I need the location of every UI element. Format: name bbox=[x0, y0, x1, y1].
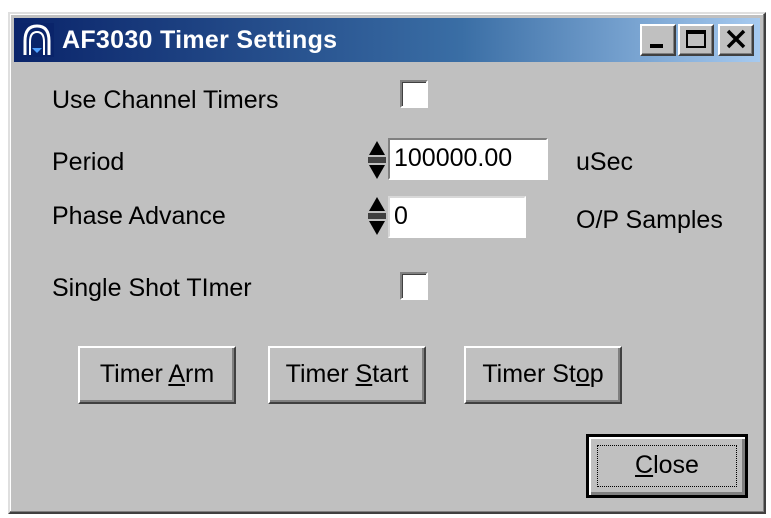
dialog-window: AF3030 Timer Settings Use Channel Timers… bbox=[8, 12, 766, 514]
timer-arm-button[interactable]: Timer Arm bbox=[78, 346, 236, 404]
window-title: AF3030 Timer Settings bbox=[62, 26, 338, 54]
close-button[interactable]: Close bbox=[586, 434, 748, 498]
minimize-icon bbox=[650, 44, 663, 48]
maximize-button[interactable] bbox=[678, 24, 714, 56]
use-channel-timers-label: Use Channel Timers bbox=[52, 86, 279, 114]
close-window-button[interactable] bbox=[718, 24, 754, 56]
arch-icon[interactable] bbox=[20, 23, 54, 57]
single-shot-timer-checkbox[interactable] bbox=[400, 272, 428, 300]
phase-advance-label: Phase Advance bbox=[52, 202, 226, 230]
single-shot-timer-label: Single Shot TImer bbox=[52, 274, 252, 302]
phase-advance-spinner[interactable] bbox=[366, 194, 388, 238]
focus-indicator bbox=[597, 445, 737, 487]
maximize-icon bbox=[686, 30, 706, 48]
period-unit: uSec bbox=[576, 148, 633, 176]
close-x-icon bbox=[726, 29, 746, 49]
minimize-button[interactable] bbox=[640, 24, 676, 56]
title-bar[interactable]: AF3030 Timer Settings bbox=[14, 18, 760, 62]
period-label: Period bbox=[52, 148, 125, 176]
use-channel-timers-checkbox[interactable] bbox=[400, 80, 428, 108]
period-input[interactable]: 100000.00 bbox=[388, 138, 548, 180]
phase-advance-input[interactable]: 0 bbox=[388, 196, 526, 238]
timer-stop-button[interactable]: Timer Stop bbox=[464, 346, 622, 404]
phase-advance-unit: O/P Samples bbox=[576, 206, 723, 234]
timer-start-button[interactable]: Timer Start bbox=[268, 346, 426, 404]
period-spinner[interactable] bbox=[366, 138, 388, 182]
